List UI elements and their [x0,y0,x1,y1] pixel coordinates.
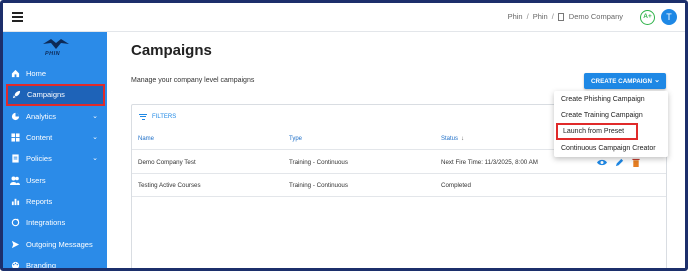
sidebar-item-users[interactable]: Users [3,169,107,190]
page-subtitle: Manage your company level campaigns [131,77,255,84]
rating-badge[interactable]: A+ [640,10,655,25]
sidebar-item-label: Home [26,69,47,79]
sidebar-item-label: Content [26,133,53,143]
cell-status: Next Fire Time: 11/3/2025, 8:00 AM [441,159,538,166]
menu-item-create-training[interactable]: Create Training Campaign [554,107,668,123]
chevron-down-icon[interactable]: ⌄ [92,133,98,141]
building-icon [557,12,564,21]
sidebar-nav: Home Campaigns Analytics ⌄ Content ⌄ Pol… [3,63,107,270]
sidebar-item-label: Campaigns [27,90,65,100]
bar-chart-icon [10,196,20,206]
filters-button[interactable]: FILTERS [139,112,176,121]
menu-item-launch-from-preset[interactable]: Launch from Preset [556,123,638,140]
sync-icon [10,218,20,228]
sidebar-item-label: Branding [26,260,57,270]
cell-name: Testing Active Courses [138,182,201,189]
chevron-down-icon[interactable]: ⌄ [92,154,98,162]
rocket-icon [11,90,21,100]
logo-text: PHIN [45,51,61,57]
row-actions [597,157,641,167]
users-icon [10,175,20,185]
sidebar-item-home[interactable]: Home [3,63,107,84]
sidebar-item-policies[interactable]: Policies ⌄ [3,148,107,169]
sidebar: PHIN Home Campaigns Analytics ⌄ Content … [3,32,107,270]
menu-icon[interactable] [12,12,23,22]
breadcrumb-separator: / [551,12,554,21]
grid-icon [10,133,20,143]
sidebar-item-outgoing-messages[interactable]: Outgoing Messages [3,233,107,254]
edit-icon[interactable] [614,157,624,167]
sidebar-item-label: Reports [26,196,53,206]
send-icon [10,239,20,249]
filters-label: FILTERS [152,113,177,120]
cell-status: Completed [441,182,471,189]
breadcrumb-item[interactable]: Phin [508,12,523,21]
sidebar-item-label: Analytics [26,111,57,121]
create-campaign-menu: Create Phishing Campaign Create Training… [554,91,668,157]
sidebar-item-reports[interactable]: Reports [3,191,107,212]
cell-name: Demo Company Test [138,159,196,166]
sidebar-item-campaigns[interactable]: Campaigns [6,84,105,106]
column-header-label: Status [441,136,459,142]
breadcrumb-item[interactable]: Demo Company [569,12,623,21]
create-campaign-button[interactable]: CREATE CAMPAIGN ⌄ [584,73,666,89]
sort-arrow-icon[interactable]: ↓ [461,136,464,142]
policy-icon [10,154,20,164]
cell-type: Training - Continuous [289,159,348,166]
user-avatar[interactable]: T [661,9,677,25]
create-campaign-label: CREATE CAMPAIGN [591,77,652,85]
sidebar-item-label: Integrations [26,218,66,228]
column-header-type[interactable]: Type [289,136,302,142]
page-title: Campaigns [131,42,212,59]
top-bar: Phin / Phin / Demo Company A+ T [3,3,685,32]
sidebar-item-label: Policies [26,154,52,164]
sidebar-item-integrations[interactable]: Integrations [3,212,107,233]
table-row[interactable]: Testing Active Courses Training - Contin… [132,174,666,197]
app-frame: Phin / Phin / Demo Company A+ T PHIN Hom… [0,0,688,271]
breadcrumb: Phin / Phin / Demo Company [508,12,623,21]
home-icon [10,69,20,79]
sidebar-item-label: Users [26,175,46,185]
chevron-down-icon: ⌄ [654,77,660,84]
menu-item-continuous-creator[interactable]: Continuous Campaign Creator [554,140,668,156]
column-header-name[interactable]: Name [138,136,154,142]
cell-type: Training - Continuous [289,182,348,189]
chart-icon [10,111,20,121]
breadcrumb-item[interactable]: Phin [533,12,548,21]
breadcrumb-separator: / [526,12,529,21]
sidebar-item-analytics[interactable]: Analytics ⌄ [3,106,107,127]
chevron-down-icon[interactable]: ⌄ [92,112,98,120]
delete-icon[interactable] [631,157,641,167]
sidebar-item-label: Outgoing Messages [26,239,93,249]
palette-icon [10,260,20,268]
view-icon[interactable] [597,157,607,167]
filter-icon [139,112,147,121]
sidebar-item-content[interactable]: Content ⌄ [3,127,107,148]
column-header-status[interactable]: Status ↓ [441,136,464,142]
menu-item-create-phishing[interactable]: Create Phishing Campaign [554,91,668,107]
sidebar-item-branding[interactable]: Branding [3,255,107,270]
